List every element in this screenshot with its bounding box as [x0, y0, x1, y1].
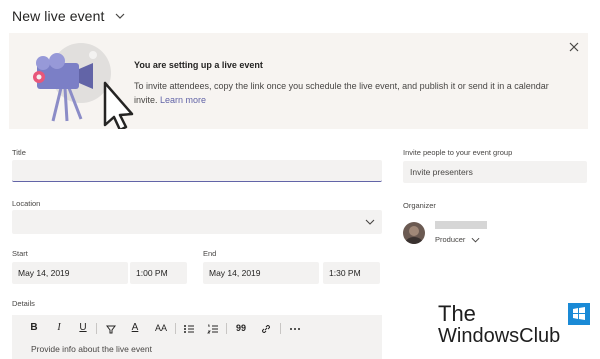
font-size-icon[interactable]: AA: [153, 322, 169, 334]
end-label: End: [203, 249, 217, 258]
bold-icon[interactable]: B: [28, 322, 40, 334]
organizer-name-redacted: [435, 221, 487, 229]
location-input[interactable]: [12, 210, 382, 234]
chevron-down-icon[interactable]: [365, 219, 375, 225]
page-title: New live event: [12, 8, 105, 24]
avatar: [403, 222, 425, 244]
bullet-list-icon[interactable]: [183, 323, 195, 335]
details-label: Details: [12, 299, 35, 308]
watermark-logo: [568, 303, 590, 325]
camera-illustration: [33, 43, 134, 129]
toolbar-divider: [226, 323, 227, 334]
start-date-input[interactable]: May 14, 2019: [12, 262, 128, 284]
details-editor[interactable]: B I U A AA 99 Provide info about the liv…: [12, 315, 382, 359]
invite-presenters-input[interactable]: Invite presenters: [403, 161, 587, 183]
watermark-line1: The: [438, 301, 476, 326]
chevron-down-icon[interactable]: [114, 10, 126, 22]
page-header[interactable]: New live event: [12, 6, 126, 26]
info-banner: You are setting up a live event To invit…: [9, 33, 588, 129]
organizer-role-dropdown[interactable]: Producer: [435, 235, 480, 244]
end-date-input[interactable]: May 14, 2019: [203, 262, 319, 284]
highlight-icon[interactable]: [105, 323, 117, 335]
watermark-line2: WindowsClub: [438, 325, 561, 347]
toolbar-divider: [175, 323, 176, 334]
learn-more-link[interactable]: Learn more: [160, 95, 206, 105]
chevron-down-icon: [471, 237, 480, 243]
underline-icon[interactable]: U: [77, 322, 89, 334]
quote-icon[interactable]: 99: [234, 322, 248, 334]
start-label: Start: [12, 249, 28, 258]
invite-label: Invite people to your event group: [403, 148, 513, 157]
details-placeholder: Provide info about the live event: [31, 344, 152, 354]
title-input[interactable]: [12, 160, 382, 182]
numbered-list-icon[interactable]: [207, 323, 219, 335]
banner-text: To invite attendees, copy the link once …: [134, 81, 549, 105]
close-icon[interactable]: [569, 42, 579, 52]
toolbar-divider: [280, 323, 281, 334]
end-time-input[interactable]: 1:30 PM: [323, 262, 380, 284]
organizer-label: Organizer: [403, 201, 436, 210]
location-label: Location: [12, 199, 41, 208]
toolbar-divider: [96, 323, 97, 334]
organizer-role: Producer: [435, 235, 466, 244]
font-color-icon[interactable]: A: [129, 322, 141, 334]
watermark: The WindowsClub: [438, 301, 590, 347]
title-label: Title: [12, 148, 26, 157]
more-icon[interactable]: [289, 323, 301, 335]
italic-icon[interactable]: I: [53, 322, 65, 334]
start-time-input[interactable]: 1:00 PM: [130, 262, 187, 284]
link-icon[interactable]: [260, 323, 272, 335]
banner-title: You are setting up a live event: [134, 60, 263, 70]
